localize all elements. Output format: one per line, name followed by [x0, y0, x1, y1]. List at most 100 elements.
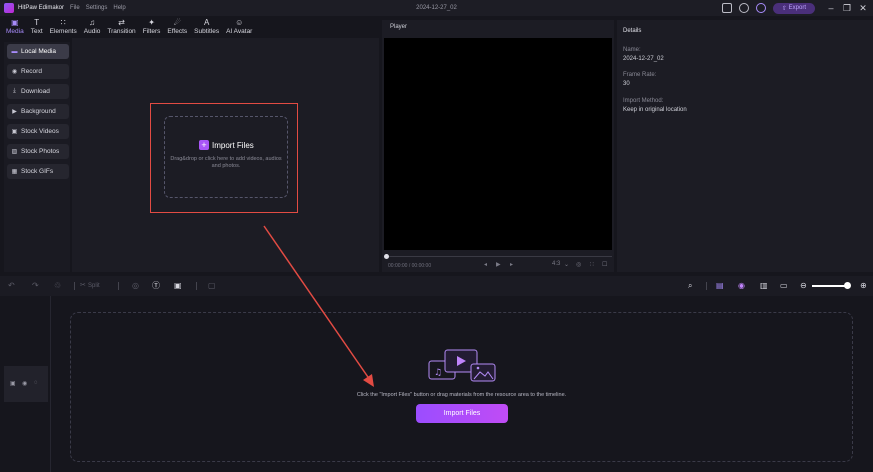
undo-icon[interactable]: ↶ — [8, 281, 15, 291]
download-icon[interactable] — [739, 3, 749, 13]
toolbar-divider — [706, 282, 707, 290]
play-icon[interactable]: ▶ — [496, 261, 501, 268]
export-label: Export — [788, 5, 807, 11]
zoom-out-icon[interactable]: ⊖ — [800, 281, 807, 291]
menu-file[interactable]: File — [70, 5, 80, 11]
snapshot-icon[interactable]: ◎ — [576, 261, 581, 268]
tab-label: Transition — [107, 28, 136, 35]
import-method-label: Import Method: — [623, 98, 664, 104]
split-button[interactable]: Split — [88, 283, 100, 289]
tab-filters[interactable]: ✦ Filters — [143, 18, 161, 38]
sidebar-item-record[interactable]: ◉ Record — [7, 64, 69, 79]
record-icon: ◉ — [11, 69, 18, 75]
previous-frame-icon[interactable]: ◂ — [484, 261, 487, 268]
timeline-import-button[interactable]: Import Files — [416, 404, 508, 423]
import-method-value: Keep in original location — [623, 107, 687, 113]
text-icon: T — [34, 18, 40, 27]
export-icon: ⇧ — [781, 5, 789, 12]
details-title: Details — [623, 28, 642, 34]
sidebar-item-stock-videos[interactable]: ▣ Stock Videos — [7, 124, 69, 139]
chat-icon[interactable] — [722, 3, 732, 13]
import-files-label: Import Files — [212, 140, 254, 150]
frame-rate-label: Frame Rate: — [623, 72, 657, 78]
tab-label: Filters — [142, 28, 161, 35]
track-video-icon[interactable]: ▣ — [10, 380, 16, 387]
tab-transition[interactable]: ⇄ Transition — [107, 18, 135, 38]
import-files-button[interactable]: + Import Files — [199, 140, 254, 150]
zoom-slider-handle[interactable] — [844, 282, 851, 289]
sidebar-item-label: Background — [21, 108, 56, 115]
sidebar-item-stock-photos[interactable]: ▨ Stock Photos — [7, 144, 69, 159]
toolbar-divider — [196, 282, 197, 290]
tab-media[interactable]: ▣ Media — [6, 18, 24, 38]
stock-gifs-icon: ▦ — [11, 169, 18, 175]
tab-effects[interactable]: ☄ Effects — [167, 18, 187, 38]
effects-icon: ☄ — [173, 18, 181, 27]
tab-text[interactable]: T Text — [31, 18, 43, 38]
close-icon[interactable]: ✕ — [857, 2, 869, 14]
menu-help[interactable]: Help — [113, 5, 125, 11]
redo-icon[interactable]: ↷ — [32, 281, 39, 291]
media-icon: ▣ — [11, 18, 19, 27]
title-bar: HitPaw Edimakor File Settings Help 2024-… — [0, 0, 873, 16]
microphone-icon[interactable]: ⌕ — [688, 281, 692, 291]
menu-settings[interactable]: Settings — [86, 5, 108, 11]
snap-icon[interactable]: ▤ — [716, 281, 724, 291]
export-button[interactable]: ⇧ Export — [773, 2, 815, 14]
sidebar-item-stock-gifs[interactable]: ▦ Stock GIFs — [7, 164, 69, 179]
fit-icon[interactable]: ▭ — [780, 281, 788, 291]
player-scrub-handle[interactable] — [384, 254, 389, 259]
download-icon: ⤓ — [13, 88, 16, 94]
sidebar-item-download[interactable]: ⤓ Download — [7, 84, 69, 99]
tab-ai-avatar[interactable]: ☺ AI Avatar — [226, 18, 252, 38]
zoom-slider[interactable] — [812, 285, 848, 287]
frame-rate-value: 30 — [623, 81, 630, 87]
aspect-ratio-select[interactable]: 4:3 — [552, 261, 560, 267]
sidebar-item-label: Stock GIFs — [21, 168, 54, 175]
crop-icon[interactable]: ◎ — [132, 281, 139, 291]
plus-icon: + — [199, 140, 209, 150]
tab-label: AI Avatar — [226, 28, 253, 35]
elements-icon: ∷ — [60, 18, 66, 27]
chevron-down-icon[interactable]: ⌄ — [564, 261, 569, 268]
track-lock-icon[interactable]: ◌ — [34, 380, 38, 386]
timeline-drop-zone[interactable] — [70, 312, 853, 462]
player-title: Player — [390, 24, 408, 30]
subtitles-icon: A — [203, 18, 210, 27]
account-icon[interactable] — [756, 3, 766, 13]
player-progress-bar[interactable] — [386, 256, 612, 257]
split-icon[interactable]: ✂ — [80, 281, 86, 291]
tab-subtitles[interactable]: A Subtitles — [194, 18, 219, 38]
restore-icon[interactable]: ❐ — [841, 2, 853, 14]
grid-icon[interactable]: ∷ — [590, 261, 594, 268]
minimize-icon[interactable]: – — [825, 2, 837, 14]
toolbar-divider — [118, 282, 119, 290]
track-icon[interactable]: ▥ — [760, 281, 768, 291]
next-frame-icon[interactable]: ▸ — [510, 261, 513, 268]
sidebar-item-label: Download — [21, 88, 50, 95]
zoom-in-icon[interactable]: ⊕ — [860, 281, 867, 291]
text-tool-icon[interactable]: Ⓣ — [152, 281, 160, 291]
tab-label: Text — [30, 28, 43, 35]
player-time: 00:00:00 / 00:00:00 — [388, 263, 432, 269]
tab-label: Subtitles — [194, 28, 220, 35]
sidebar-item-label: Record — [21, 68, 42, 75]
tab-label: Media — [6, 28, 24, 35]
tab-elements[interactable]: ∷ Elements — [50, 18, 77, 38]
delete-icon[interactable]: ♲ — [54, 281, 61, 291]
fullscreen-icon[interactable]: ☐ — [602, 261, 607, 268]
transition-icon: ⇄ — [118, 18, 125, 27]
caption-icon[interactable]: ▣ — [174, 281, 182, 291]
local-media-icon: ▬ — [11, 48, 18, 55]
sidebar-item-local-media[interactable]: ▬ Local Media — [7, 44, 69, 59]
app-name: HitPaw Edimakor — [18, 5, 65, 11]
track-visibility-icon[interactable]: ◉ — [22, 380, 27, 387]
freeze-icon[interactable]: ▢ — [208, 281, 216, 291]
sidebar-item-label: Local Media — [21, 48, 57, 55]
sidebar-item-background[interactable]: ▶ Background — [7, 104, 69, 119]
tab-label: Audio — [83, 28, 101, 35]
timeline-instruction: Click the "Import Files" button or drag … — [356, 392, 567, 398]
tab-audio[interactable]: ♫ Audio — [84, 18, 101, 38]
link-icon[interactable]: ◉ — [738, 281, 745, 291]
stock-videos-icon: ▣ — [11, 129, 18, 135]
